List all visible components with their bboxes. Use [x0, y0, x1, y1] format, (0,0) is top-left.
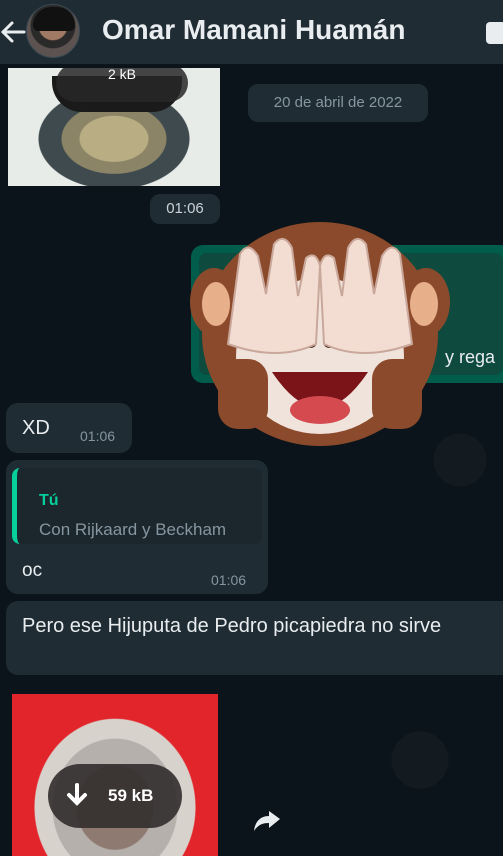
incoming-message[interactable]: Pero ese Hijuputa de Pedro picapiedra no… [6, 601, 503, 675]
contact-name[interactable]: Omar Mamani Huamán [102, 14, 405, 46]
date-separator: 20 de abril de 2022 [248, 84, 428, 122]
chat-header: Omar Mamani Huamán [0, 0, 503, 64]
message-text: Pero ese Hijuputa de Pedro picapiedra no… [22, 615, 442, 637]
quote-author: Tú [39, 492, 59, 509]
message-time: 01:06 [211, 572, 247, 588]
outgoing-message-text: y rega [445, 347, 496, 367]
message-text: XD [22, 417, 50, 439]
download-icon [67, 783, 87, 806]
quote-text: Con Rijkaard y Beckham [39, 520, 227, 539]
message-time: 01:06 [80, 428, 116, 444]
contact-avatar[interactable] [26, 4, 80, 58]
file-size-label: 59 kB [108, 786, 154, 805]
back-arrow-icon[interactable] [0, 18, 26, 46]
message-text: oc [22, 560, 43, 581]
download-button[interactable]: 59 kB [48, 764, 182, 828]
incoming-reply-message[interactable]: Tú Con Rijkaard y Beckham oc 01:06 [6, 460, 268, 594]
quoted-message[interactable]: Tú Con Rijkaard y Beckham [12, 468, 262, 544]
image-message-top[interactable]: 2 kB [8, 68, 220, 186]
forward-icon[interactable] [252, 810, 282, 834]
incoming-message[interactable]: XD 01:06 [6, 403, 132, 453]
image-size-label: 2 kB [56, 68, 188, 102]
video-call-icon[interactable] [486, 22, 503, 44]
see-no-evil-monkey-sticker[interactable] [188, 184, 452, 448]
